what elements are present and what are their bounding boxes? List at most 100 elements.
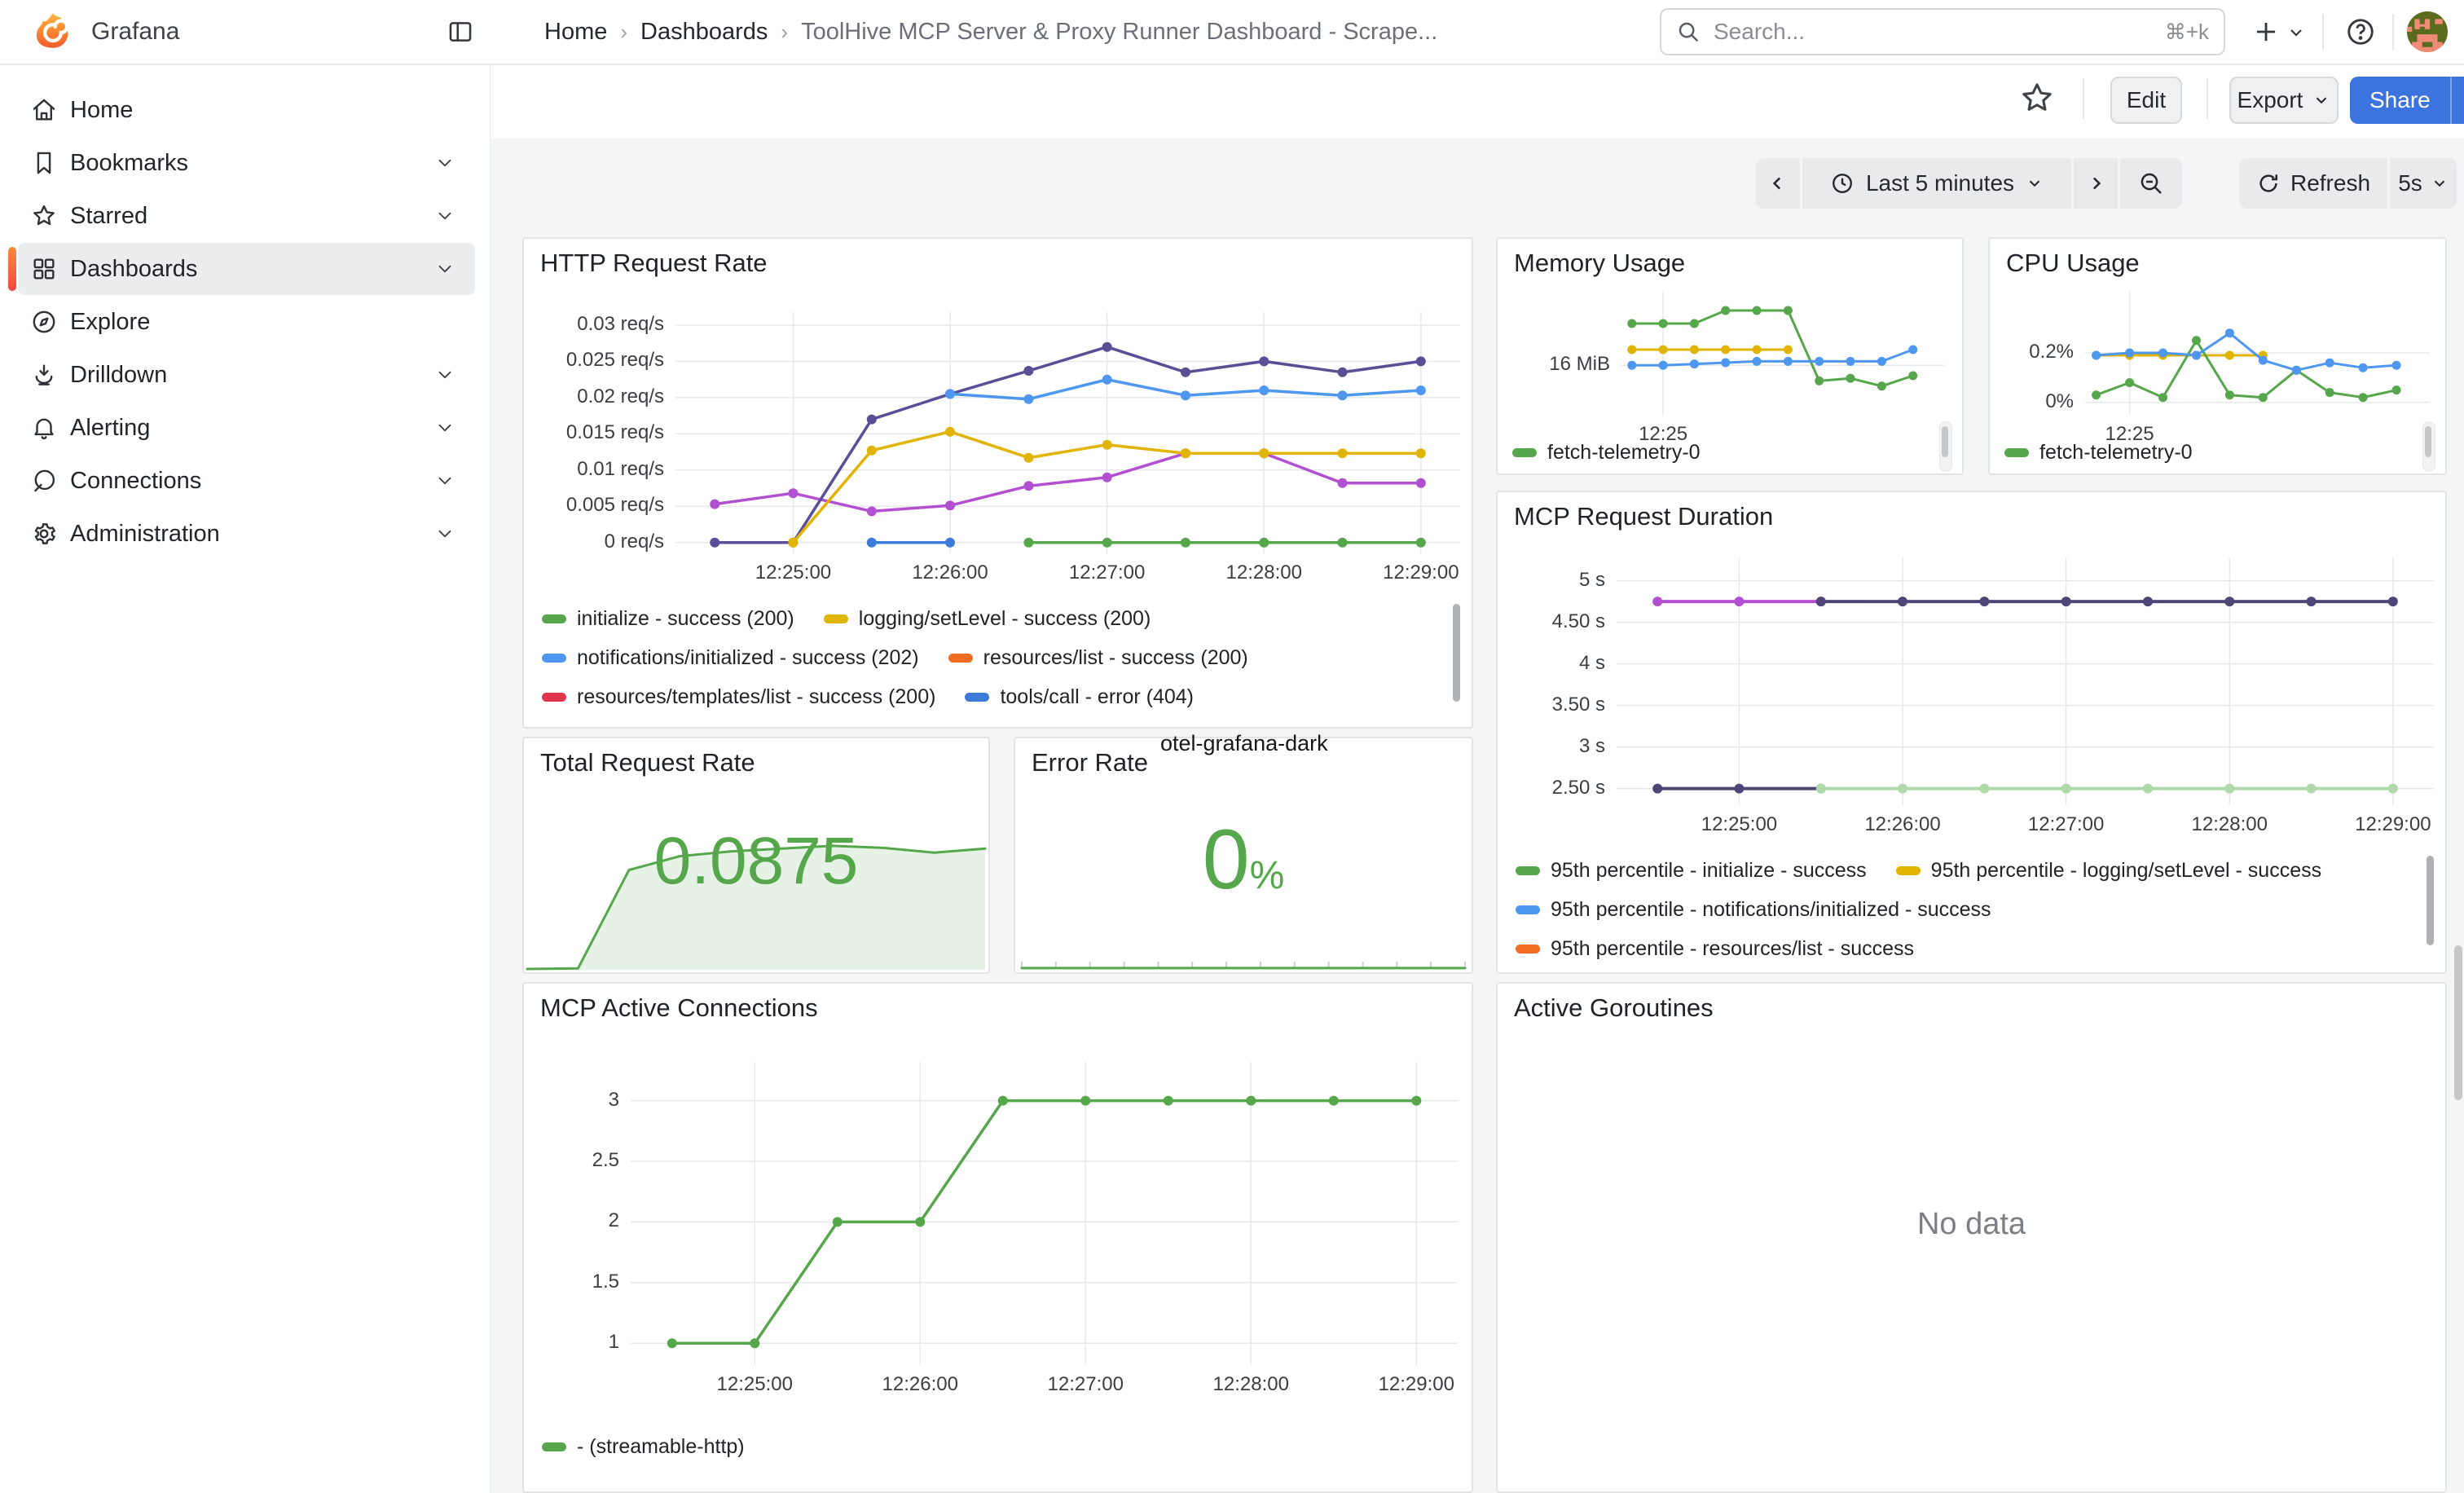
http-request-rate-chart[interactable]: 0 req/s0.005 req/s0.01 req/s0.015 req/s0… (537, 312, 1460, 592)
sidebar-item-starred[interactable]: Starred (18, 190, 475, 242)
edit-button[interactable]: Edit (2110, 77, 2182, 124)
error-rate-sparkline[interactable] (1022, 946, 1465, 969)
help-icon[interactable] (2345, 16, 2376, 47)
legend-item[interactable]: fetch-telemetry-0 (2004, 441, 2193, 465)
legend-item[interactable]: 95th percentile - notifications/initiali… (1516, 898, 1991, 922)
legend-item[interactable]: resources/list - success (200) (948, 646, 1248, 670)
legend-item[interactable]: 95th percentile - logging/setLevel - suc… (1896, 859, 2321, 883)
cpu-usage-chart[interactable]: 0.2%0%12:25 (2000, 291, 2430, 451)
breadcrumb-item[interactable]: Dashboards (640, 19, 768, 46)
refresh-interval-dropdown[interactable]: 5s (2390, 158, 2457, 209)
search-input[interactable]: ⌘+k (1660, 8, 2225, 55)
avatar[interactable] (2407, 11, 2448, 52)
panel-title[interactable]: Error Rate (1032, 748, 1148, 777)
time-range-picker[interactable]: Last 5 minutes (1802, 158, 2071, 209)
time-shift-back-button[interactable] (1756, 158, 1800, 209)
chevron-down-icon[interactable] (434, 523, 455, 544)
legend-item[interactable]: resources/templates/list - success (200) (542, 685, 935, 709)
chevron-down-icon[interactable] (434, 417, 455, 438)
legend-item[interactable]: logging/setLevel - success (200) (824, 607, 1151, 631)
legend-row: resources/templates/list - success (200)… (542, 677, 1444, 716)
chevron-down-icon[interactable] (434, 258, 455, 280)
sidebar-item-dashboards[interactable]: Dashboards (18, 243, 475, 295)
legend-item[interactable]: notifications/initialized - success (202… (542, 646, 919, 670)
legend-scrollbar[interactable] (2427, 856, 2434, 945)
legend-swatch (1516, 945, 1540, 953)
mcp-request-duration-chart[interactable]: 5 s4.50 s4 s3.50 s3 s2.50 s12:25:0012:26… (1511, 557, 2434, 844)
legend-item[interactable]: tools/list - success (200) (830, 724, 1084, 728)
legend-label: 95th percentile - resources/list - succe… (1551, 937, 1914, 961)
y-axis-tick: 0.2% (2001, 341, 2074, 363)
compass-icon (18, 308, 70, 336)
legend-item[interactable]: 95th percentile - resources/list - succe… (1516, 937, 1914, 961)
memory-usage-chart[interactable]: 16 MiB12:25 (1507, 291, 1944, 451)
clock-icon (1830, 171, 1855, 196)
chevron-down-icon[interactable] (434, 470, 455, 491)
legend-swatch (542, 654, 566, 663)
breadcrumb-separator: › (781, 20, 788, 45)
grafana-logo-icon[interactable] (33, 11, 73, 52)
new-item-button[interactable] (2251, 16, 2281, 47)
divider (2207, 78, 2208, 119)
panel-title[interactable]: MCP Request Duration (1514, 502, 1773, 531)
share-menu-button[interactable] (2450, 77, 2464, 124)
chevron-down-icon[interactable] (434, 364, 455, 385)
legend-scrollbar[interactable] (1942, 426, 1948, 457)
panel-title[interactable]: Active Goroutines (1514, 993, 1714, 1023)
x-axis-tick: 12:28:00 (2156, 813, 2303, 836)
legend-scrollbar[interactable] (2425, 426, 2431, 457)
y-axis-tick: 16 MiB (1509, 353, 1610, 376)
share-button[interactable]: Share (2350, 77, 2450, 124)
sidebar-item-alerting[interactable]: Alerting (18, 402, 475, 454)
x-axis-tick: 12:25:00 (681, 1373, 828, 1396)
legend-item[interactable]: initialize - success (200) (542, 607, 794, 631)
y-axis-tick: 0.015 req/s (539, 421, 664, 444)
x-axis-tick: 12:27:00 (1993, 813, 2140, 836)
search-field[interactable] (1712, 18, 2165, 46)
legend-item[interactable]: - (streamable-http) (542, 1435, 745, 1459)
legend-row: notifications/initialized - success (202… (542, 638, 1444, 677)
chart-legend: 95th percentile - initialize - success 95… (1516, 851, 2418, 972)
x-axis-tick: 12:29:00 (1348, 562, 1494, 584)
chevron-down-icon[interactable] (2286, 23, 2306, 42)
y-axis-tick: 0.025 req/s (539, 349, 664, 372)
export-button[interactable]: Export (2229, 77, 2339, 124)
sidebar-item-label: Bookmarks (70, 150, 188, 177)
sidebar-item-explore[interactable]: Explore (18, 296, 475, 348)
sidebar-item-connections[interactable]: Connections (18, 455, 475, 507)
y-axis-tick: 3 (539, 1089, 619, 1112)
x-axis-tick: 12:28:00 (1190, 562, 1337, 584)
panel-title[interactable]: CPU Usage (2006, 249, 2140, 278)
legend-swatch (824, 614, 848, 623)
sidebar-item-home[interactable]: Home (18, 84, 475, 136)
refresh-button[interactable]: Refresh (2239, 158, 2387, 209)
zoom-out-icon (2138, 170, 2164, 196)
zoom-out-button[interactable] (2120, 158, 2182, 209)
panel-title[interactable]: HTTP Request Rate (540, 249, 768, 278)
legend-item[interactable]: fetch-telemetry-0 (1512, 441, 1701, 465)
sidebar-item-label: Home (70, 97, 133, 124)
legend-item[interactable]: unknown - success (200) (1113, 724, 1375, 728)
sidebar-item-drilldown[interactable]: Drilldown (18, 349, 475, 401)
star-icon[interactable] (2019, 80, 2055, 116)
time-shift-forward-button[interactable] (2074, 158, 2118, 209)
y-axis-tick: 0% (2001, 390, 2074, 413)
panel-title[interactable]: Memory Usage (1514, 249, 1685, 278)
mcp-active-connections-chart[interactable]: 32.521.5112:25:0012:26:0012:27:0012:28:0… (537, 1062, 1458, 1407)
sidebar-item-bookmarks[interactable]: Bookmarks (18, 137, 475, 189)
chevron-down-icon[interactable] (434, 152, 455, 174)
legend-item[interactable]: tools/call - error (404) (965, 685, 1194, 709)
panel-title[interactable]: MCP Active Connections (540, 993, 818, 1023)
page-scrollbar[interactable] (2454, 945, 2462, 1100)
breadcrumb-item[interactable]: Home (544, 19, 607, 46)
legend-item[interactable]: 95th percentile - initialize - success (1516, 859, 1867, 883)
legend-row: fetch-telemetry-0 (2004, 433, 2355, 470)
chart-legend: fetch-telemetry-0 (1512, 433, 1871, 470)
legend-item[interactable]: tools/call - success (200) (542, 724, 801, 728)
legend-scrollbar[interactable] (1453, 604, 1460, 702)
sidebar-toggle-icon[interactable] (447, 18, 474, 46)
chevron-down-icon[interactable] (434, 205, 455, 227)
refresh-icon (2256, 171, 2281, 196)
sidebar-item-administration[interactable]: Administration (18, 508, 475, 560)
panel-title[interactable]: Total Request Rate (540, 748, 755, 777)
